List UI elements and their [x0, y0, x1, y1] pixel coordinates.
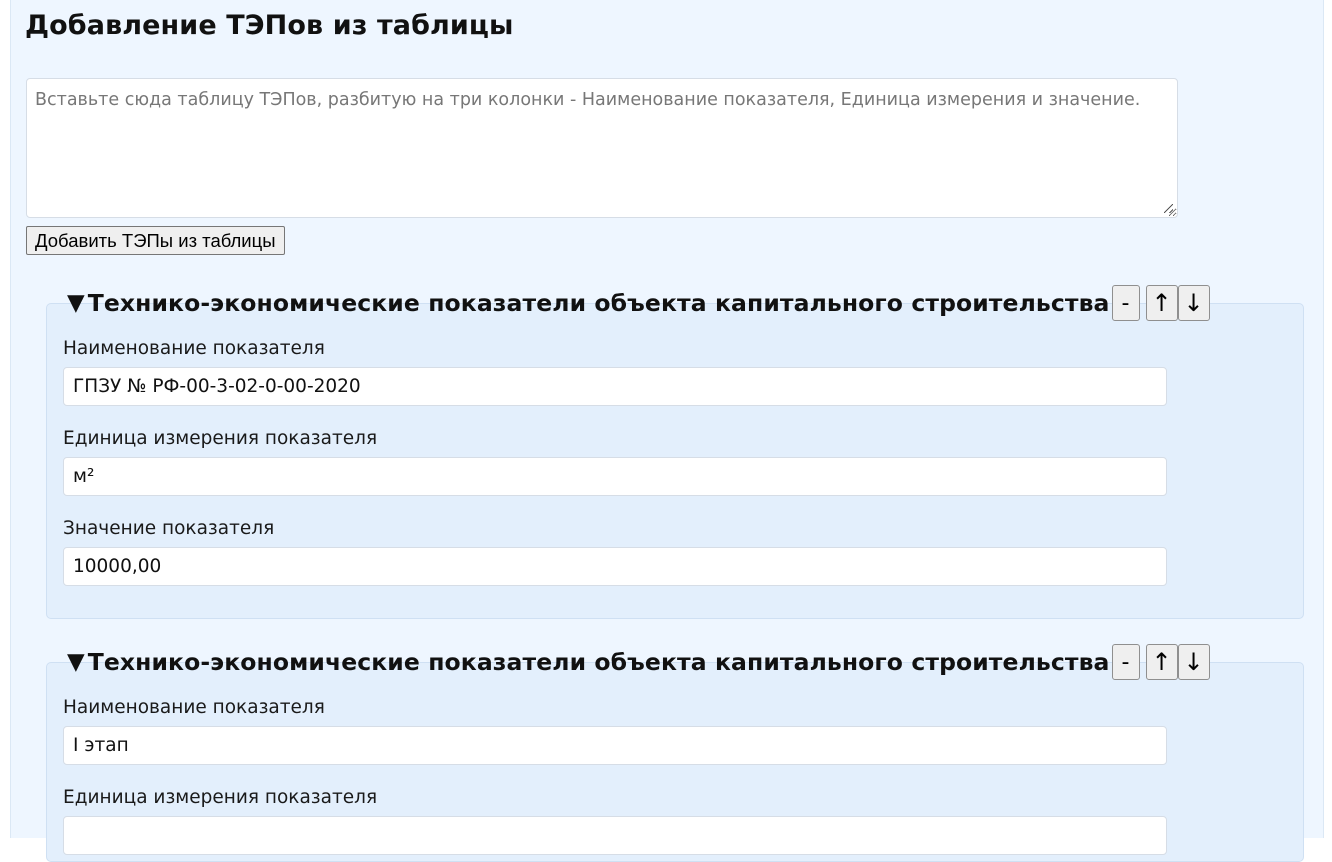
tep-group-2-title: Технико-экономические показатели объекта…	[87, 648, 1110, 676]
tep-group-2: ▼ Технико-экономические показатели объек…	[46, 644, 1304, 862]
move-down-button[interactable]: ↓	[1177, 285, 1210, 321]
indicator-unit-input[interactable]	[63, 457, 1167, 496]
collapse-toggle-icon[interactable]: ▼	[67, 649, 85, 675]
tep-group-1: ▼ Технико-экономические показатели объек…	[46, 285, 1304, 619]
indicator-unit-label: Единица измерения показателя	[63, 787, 378, 808]
indicator-name-input[interactable]	[63, 367, 1167, 406]
indicator-name-label: Наименование показателя	[63, 697, 325, 718]
move-down-button[interactable]: ↓	[1177, 644, 1210, 680]
indicator-value-label: Значение показателя	[63, 518, 275, 539]
indicator-unit-input[interactable]	[63, 816, 1167, 855]
indicator-name-input[interactable]	[63, 726, 1167, 765]
paste-table-textarea[interactable]	[26, 78, 1178, 218]
remove-group-button[interactable]: -	[1111, 285, 1140, 321]
indicator-unit-label: Единица измерения показателя	[63, 428, 378, 449]
remove-group-button[interactable]: -	[1111, 644, 1140, 680]
add-teps-from-table-button[interactable]: Добавить ТЭПы из таблицы	[26, 226, 285, 255]
indicator-value-input[interactable]	[63, 547, 1167, 586]
move-up-button[interactable]: ↑	[1145, 285, 1178, 321]
resize-grip-icon[interactable]	[1164, 204, 1173, 213]
page-title: Добавление ТЭПов из таблицы	[25, 10, 514, 41]
indicator-name-label: Наименование показателя	[63, 338, 325, 359]
tep-group-2-legend: ▼ Технико-экономические показатели объек…	[67, 643, 1210, 681]
tep-group-1-title: Технико-экономические показатели объекта…	[87, 289, 1110, 317]
move-up-button[interactable]: ↑	[1145, 644, 1178, 680]
tep-group-1-legend: ▼ Технико-экономические показатели объек…	[67, 284, 1210, 322]
collapse-toggle-icon[interactable]: ▼	[67, 290, 85, 316]
